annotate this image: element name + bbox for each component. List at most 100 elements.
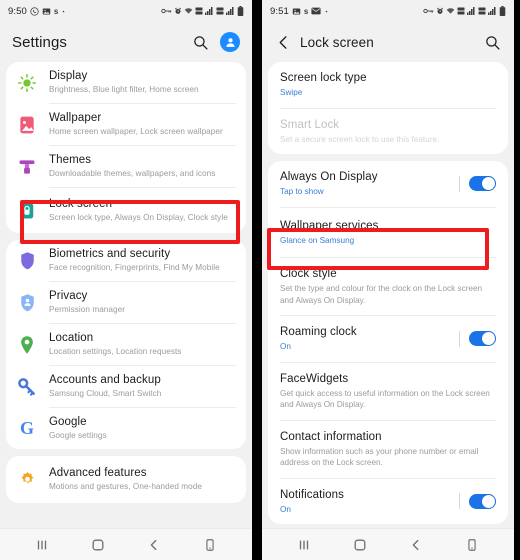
wifi-icon <box>446 7 455 15</box>
settings-row-roaming-clock[interactable]: Roaming clock On <box>268 316 508 362</box>
settings-group-appearance: Display Brightness, Blue light filter, H… <box>6 62 246 233</box>
settings-row-advanced-features[interactable]: Advanced features Motions and gestures, … <box>6 456 246 503</box>
lock-screen-padlock-icon <box>14 198 40 224</box>
toggle-switch-on[interactable] <box>469 493 496 509</box>
row-title: Accounts and backup <box>49 374 161 386</box>
settings-row-display[interactable]: Display Brightness, Blue light filter, H… <box>6 62 246 103</box>
mobile-data-2-icon <box>478 7 486 15</box>
notifications-toggle[interactable] <box>459 493 496 510</box>
dot-icon <box>61 9 66 14</box>
home-icon[interactable] <box>87 534 109 556</box>
left-phone-settings-screen: 9:50 s Settings Display Brightness, Blue… <box>0 0 252 560</box>
search-icon[interactable] <box>482 32 502 52</box>
signal-2-icon <box>226 7 235 15</box>
recents-icon[interactable] <box>31 534 53 556</box>
toggle-separator <box>459 330 460 347</box>
battery-icon <box>237 6 244 16</box>
settings-row-text: Lock screen Screen lock type, Always On … <box>49 197 228 224</box>
settings-row-location[interactable]: Location Location settings, Location req… <box>6 324 246 365</box>
screenshot-icon[interactable] <box>199 534 221 556</box>
toggle-switch-on[interactable] <box>469 176 496 192</box>
settings-row-themes[interactable]: Themes Downloadable themes, wallpapers, … <box>6 146 246 187</box>
alarm-icon <box>174 7 182 15</box>
search-icon[interactable] <box>190 32 210 52</box>
back-icon[interactable] <box>143 534 165 556</box>
email-icon <box>311 7 321 15</box>
wallpaper-image-icon <box>14 112 40 138</box>
settings-row-facewidgets[interactable]: FaceWidgets Get quick access to useful i… <box>268 363 508 420</box>
row-subtitle: Get quick access to useful information o… <box>280 388 490 410</box>
account-avatar-icon[interactable] <box>220 32 240 52</box>
screenshot-icon[interactable] <box>461 534 483 556</box>
row-subtitle: On <box>280 504 291 514</box>
row-subtitle: On <box>280 342 291 351</box>
toggle-separator <box>459 493 460 510</box>
right-navigation-bar[interactable] <box>262 528 514 560</box>
toggle-switch-on[interactable] <box>469 331 496 347</box>
settings-row-always-on-display[interactable]: Always On Display Tap to show <box>268 161 508 207</box>
roaming-clock-toggle[interactable] <box>459 330 496 347</box>
row-subtitle: Set the type and colour for the clock on… <box>280 284 483 305</box>
row-subtitle: Google settings <box>49 431 107 440</box>
right-app-bar: Lock screen <box>262 22 514 62</box>
status-bar-clock: 9:51 <box>270 5 289 17</box>
status-bar-right-cluster <box>423 6 506 16</box>
settings-row-clock-style[interactable]: Clock style Set the type and colour for … <box>268 258 508 315</box>
row-subtitle: Brightness, Blue light filter, Home scre… <box>49 85 199 94</box>
row-title: Privacy <box>49 290 88 302</box>
settings-row-text: Clock style Set the type and colour for … <box>280 267 496 306</box>
settings-group-security: Biometrics and security Face recognition… <box>6 240 246 449</box>
row-subtitle: Face recognition, Fingerprints, Find My … <box>49 263 220 272</box>
settings-row-accounts-and-backup[interactable]: Accounts and backup Samsung Cloud, Smart… <box>6 366 246 407</box>
row-subtitle: Home screen wallpaper, Lock screen wallp… <box>49 127 223 136</box>
row-title: Biometrics and security <box>49 248 171 260</box>
s-badge-icon: s <box>53 6 59 16</box>
settings-row-text: Screen lock type Swipe <box>280 71 496 99</box>
settings-row-screen-lock-type[interactable]: Screen lock type Swipe <box>268 62 508 108</box>
settings-row-notifications[interactable]: Notifications On <box>268 479 508 525</box>
back-chevron-icon[interactable] <box>274 33 292 51</box>
wifi-icon <box>184 7 193 15</box>
battery-icon <box>499 6 506 16</box>
status-bar-right-cluster <box>161 6 244 16</box>
left-status-bar: 9:50 s <box>0 0 252 22</box>
home-icon[interactable] <box>349 534 371 556</box>
settings-row-text: Wallpaper Home screen wallpaper, Lock sc… <box>49 111 223 138</box>
settings-row-text: Biometrics and security Face recognition… <box>49 247 220 274</box>
vpn-key-icon <box>161 7 172 15</box>
status-bar-clock: 9:50 <box>8 5 27 17</box>
mobile-data-1-icon <box>195 7 203 15</box>
settings-row-wallpaper-services[interactable]: Wallpaper services Glance on Samsung <box>268 208 508 258</box>
row-title: Clock style <box>280 268 337 280</box>
row-title: Wallpaper <box>49 112 102 124</box>
row-title: Screen lock type <box>280 72 367 84</box>
settings-row-wallpaper[interactable]: Wallpaper Home screen wallpaper, Lock sc… <box>6 104 246 145</box>
recents-icon[interactable] <box>293 534 315 556</box>
settings-row-biometrics-and-security[interactable]: Biometrics and security Face recognition… <box>6 240 246 281</box>
row-title: Google <box>49 416 87 428</box>
accounts-key-icon <box>14 374 40 400</box>
row-subtitle: Show information such as your phone numb… <box>280 446 479 468</box>
left-settings-list[interactable]: Display Brightness, Blue light filter, H… <box>0 62 252 528</box>
back-icon[interactable] <box>405 534 427 556</box>
location-pin-icon <box>14 332 40 358</box>
left-navigation-bar[interactable] <box>0 528 252 560</box>
row-subtitle: Permission manager <box>49 305 125 314</box>
right-settings-list[interactable]: Screen lock type Swipe Smart Lock Set a … <box>262 62 514 528</box>
settings-row-lock-screen[interactable]: Lock screen Screen lock type, Always On … <box>6 188 246 233</box>
page-title: Lock screen <box>300 34 374 50</box>
settings-row-privacy[interactable]: Privacy Permission manager <box>6 282 246 323</box>
privacy-shield-person-icon <box>14 290 40 316</box>
settings-row-text: Contact information Show information suc… <box>280 430 496 469</box>
settings-row-contact-information[interactable]: Contact information Show information suc… <box>268 421 508 478</box>
row-subtitle: Swipe <box>280 88 303 97</box>
always-on-display-toggle[interactable] <box>459 175 496 192</box>
lock-settings-group-lock-type: Screen lock type Swipe Smart Lock Set a … <box>268 62 508 154</box>
row-title: Smart Lock <box>280 118 340 131</box>
settings-row-text: Smart Lock Set a secure screen lock to u… <box>280 118 496 146</box>
row-subtitle: Downloadable themes, wallpapers, and ico… <box>49 169 216 178</box>
row-subtitle: Screen lock type, Always On Display, Clo… <box>49 213 228 222</box>
settings-row-google[interactable]: G Google Google settings <box>6 408 246 449</box>
row-title: Themes <box>49 154 92 166</box>
settings-row-text: Roaming clock On <box>280 325 459 353</box>
